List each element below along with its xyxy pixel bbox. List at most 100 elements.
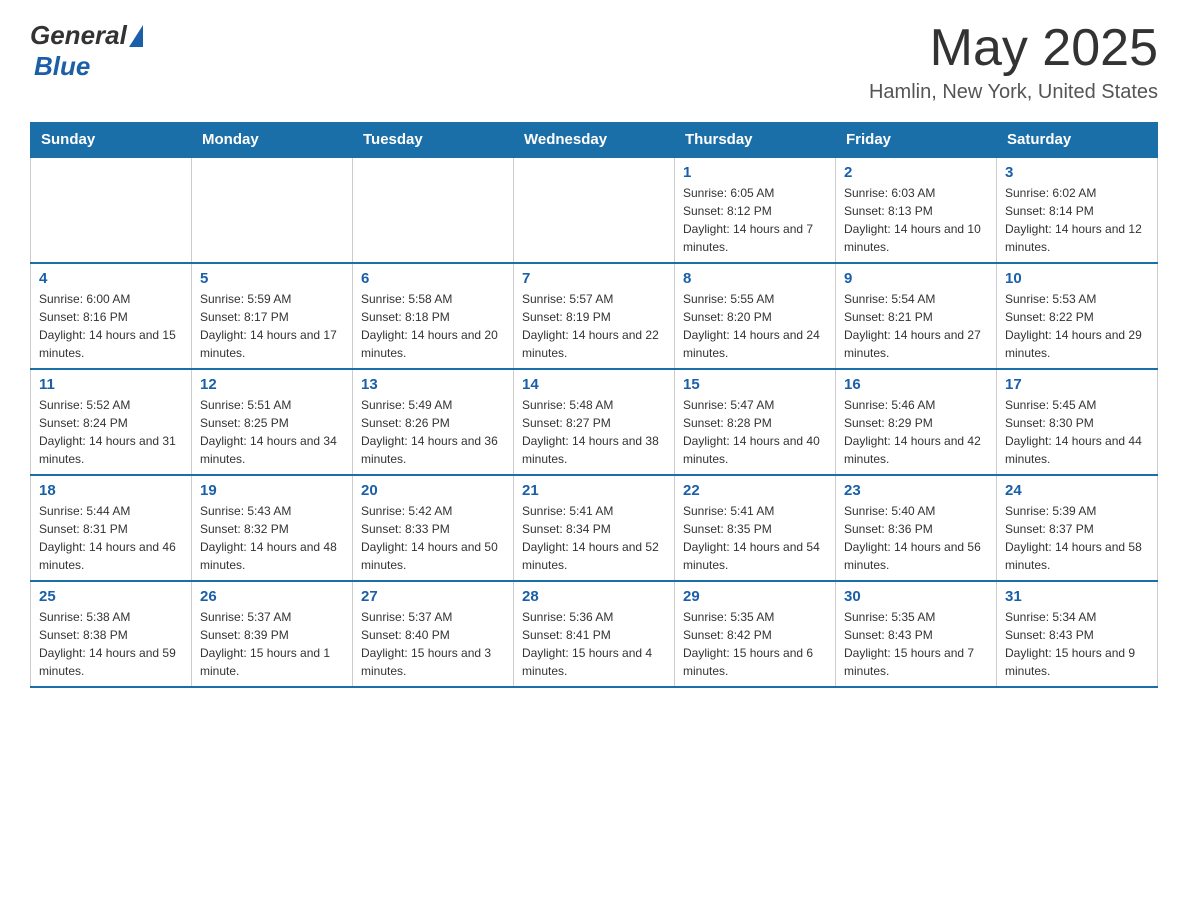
calendar-cell: 17Sunrise: 5:45 AMSunset: 8:30 PMDayligh…: [997, 369, 1158, 475]
day-number: 18: [39, 482, 183, 499]
location-subtitle: Hamlin, New York, United States: [869, 81, 1158, 104]
day-info: Sunrise: 5:37 AMSunset: 8:39 PMDaylight:…: [200, 608, 344, 680]
calendar-cell: 4Sunrise: 6:00 AMSunset: 8:16 PMDaylight…: [31, 263, 192, 369]
day-number: 17: [1005, 376, 1149, 393]
day-number: 26: [200, 588, 344, 605]
day-number: 19: [200, 482, 344, 499]
day-number: 23: [844, 482, 988, 499]
calendar-week-row: 18 Sunrise: 5:44 AMSunset: 8:31 PMDayligh…: [31, 475, 1158, 581]
day-info: Sunrise: 5:41 AMSunset: 8:34 PMDaylight:…: [522, 502, 666, 574]
day-info: Sunrise: 6:05 AMSunset: 8:12 PMDaylight:…: [683, 184, 827, 256]
day-info: Sunrise: 6:02 AMSunset: 8:14 PMDaylight:…: [1005, 184, 1149, 256]
day-of-week-header: Friday: [836, 123, 997, 158]
day-number: 3: [1005, 164, 1149, 181]
month-year-title: May 2025: [869, 20, 1158, 77]
calendar-cell: 3 Sunrise: 6:02 AMSunset: 8:14 PMDaylight…: [997, 157, 1158, 263]
calendar-cell: 13 Sunrise: 5:49 AMSunset: 8:26 PMDayligh…: [353, 369, 514, 475]
day-info: Sunrise: 5:34 AMSunset: 8:43 PMDaylight:…: [1005, 608, 1149, 680]
calendar-cell: 29 Sunrise: 5:35 AMSunset: 8:42 PMDayligh…: [675, 581, 836, 687]
day-number: 15: [683, 376, 827, 393]
calendar-cell: 25 Sunrise: 5:38 AMSunset: 8:38 PMDayligh…: [31, 581, 192, 687]
calendar-cell: 30Sunrise: 5:35 AMSunset: 8:43 PMDayligh…: [836, 581, 997, 687]
day-number: 24: [1005, 482, 1149, 499]
day-info: Sunrise: 6:03 AMSunset: 8:13 PMDaylight:…: [844, 184, 988, 256]
day-number: 21: [522, 482, 666, 499]
day-number: 6: [361, 270, 505, 287]
calendar-cell: 12 Sunrise: 5:51 AMSunset: 8:25 PMDayligh…: [192, 369, 353, 475]
day-number: 4: [39, 270, 183, 287]
calendar-cell: 9 Sunrise: 5:54 AMSunset: 8:21 PMDaylight…: [836, 263, 997, 369]
day-number: 16: [844, 376, 988, 393]
day-info: Sunrise: 5:35 AMSunset: 8:42 PMDaylight:…: [683, 608, 827, 680]
calendar-cell: 19 Sunrise: 5:43 AMSunset: 8:32 PMDayligh…: [192, 475, 353, 581]
logo: General Blue: [30, 20, 143, 82]
calendar-cell: 14 Sunrise: 5:48 AMSunset: 8:27 PMDayligh…: [514, 369, 675, 475]
day-info: Sunrise: 5:42 AMSunset: 8:33 PMDaylight:…: [361, 502, 505, 574]
logo-triangle-icon: [129, 25, 143, 47]
day-number: 31: [1005, 588, 1149, 605]
day-number: 8: [683, 270, 827, 287]
day-number: 9: [844, 270, 988, 287]
day-info: Sunrise: 5:35 AMSunset: 8:43 PMDaylight:…: [844, 608, 988, 680]
day-info: Sunrise: 5:38 AMSunset: 8:38 PMDaylight:…: [39, 608, 183, 680]
title-block: May 2025 Hamlin, New York, United States: [869, 20, 1158, 104]
day-of-week-header: Wednesday: [514, 123, 675, 158]
day-info: Sunrise: 5:47 AMSunset: 8:28 PMDaylight:…: [683, 396, 827, 468]
day-number: 25: [39, 588, 183, 605]
day-info: Sunrise: 5:52 AMSunset: 8:24 PMDaylight:…: [39, 396, 183, 468]
calendar-cell: 18 Sunrise: 5:44 AMSunset: 8:31 PMDayligh…: [31, 475, 192, 581]
day-info: Sunrise: 5:49 AMSunset: 8:26 PMDaylight:…: [361, 396, 505, 468]
calendar-cell: 26 Sunrise: 5:37 AMSunset: 8:39 PMDayligh…: [192, 581, 353, 687]
calendar-cell: 27Sunrise: 5:37 AMSunset: 8:40 PMDayligh…: [353, 581, 514, 687]
day-info: Sunrise: 5:39 AMSunset: 8:37 PMDaylight:…: [1005, 502, 1149, 574]
day-info: Sunrise: 5:44 AMSunset: 8:31 PMDaylight:…: [39, 502, 183, 574]
day-number: 27: [361, 588, 505, 605]
day-number: 13: [361, 376, 505, 393]
day-number: 28: [522, 588, 666, 605]
day-info: Sunrise: 5:54 AMSunset: 8:21 PMDaylight:…: [844, 290, 988, 362]
calendar-cell: 8 Sunrise: 5:55 AMSunset: 8:20 PMDaylight…: [675, 263, 836, 369]
day-info: Sunrise: 5:58 AMSunset: 8:18 PMDaylight:…: [361, 290, 505, 362]
calendar-week-row: 4Sunrise: 6:00 AMSunset: 8:16 PMDaylight…: [31, 263, 1158, 369]
calendar-cell: 6 Sunrise: 5:58 AMSunset: 8:18 PMDaylight…: [353, 263, 514, 369]
day-of-week-header: Monday: [192, 123, 353, 158]
day-info: Sunrise: 5:51 AMSunset: 8:25 PMDaylight:…: [200, 396, 344, 468]
calendar-cell: [31, 157, 192, 263]
day-info: Sunrise: 5:48 AMSunset: 8:27 PMDaylight:…: [522, 396, 666, 468]
logo-general-text: General: [30, 20, 127, 51]
day-number: 14: [522, 376, 666, 393]
calendar-cell: 16Sunrise: 5:46 AMSunset: 8:29 PMDayligh…: [836, 369, 997, 475]
day-number: 5: [200, 270, 344, 287]
day-number: 11: [39, 376, 183, 393]
day-number: 1: [683, 164, 827, 181]
calendar-cell: 2Sunrise: 6:03 AMSunset: 8:13 PMDaylight…: [836, 157, 997, 263]
calendar-cell: 24 Sunrise: 5:39 AMSunset: 8:37 PMDayligh…: [997, 475, 1158, 581]
day-of-week-header: Thursday: [675, 123, 836, 158]
day-of-week-header: Sunday: [31, 123, 192, 158]
day-number: 29: [683, 588, 827, 605]
day-number: 10: [1005, 270, 1149, 287]
page-header: General Blue May 2025 Hamlin, New York, …: [30, 20, 1158, 104]
calendar-cell: 28 Sunrise: 5:36 AMSunset: 8:41 PMDayligh…: [514, 581, 675, 687]
day-number: 7: [522, 270, 666, 287]
logo-blue-text: Blue: [34, 51, 90, 82]
calendar-cell: 31 Sunrise: 5:34 AMSunset: 8:43 PMDayligh…: [997, 581, 1158, 687]
calendar-cell: [514, 157, 675, 263]
day-info: Sunrise: 5:53 AMSunset: 8:22 PMDaylight:…: [1005, 290, 1149, 362]
day-info: Sunrise: 5:55 AMSunset: 8:20 PMDaylight:…: [683, 290, 827, 362]
calendar-week-row: 1 Sunrise: 6:05 AMSunset: 8:12 PMDaylight…: [31, 157, 1158, 263]
calendar-week-row: 25 Sunrise: 5:38 AMSunset: 8:38 PMDayligh…: [31, 581, 1158, 687]
calendar-cell: 21 Sunrise: 5:41 AMSunset: 8:34 PMDayligh…: [514, 475, 675, 581]
calendar-cell: [353, 157, 514, 263]
day-info: Sunrise: 5:43 AMSunset: 8:32 PMDaylight:…: [200, 502, 344, 574]
calendar-cell: 1 Sunrise: 6:05 AMSunset: 8:12 PMDaylight…: [675, 157, 836, 263]
calendar-cell: 7Sunrise: 5:57 AMSunset: 8:19 PMDaylight…: [514, 263, 675, 369]
day-info: Sunrise: 5:41 AMSunset: 8:35 PMDaylight:…: [683, 502, 827, 574]
calendar-cell: 23Sunrise: 5:40 AMSunset: 8:36 PMDayligh…: [836, 475, 997, 581]
day-number: 22: [683, 482, 827, 499]
day-number: 12: [200, 376, 344, 393]
day-info: Sunrise: 5:36 AMSunset: 8:41 PMDaylight:…: [522, 608, 666, 680]
calendar-cell: 20Sunrise: 5:42 AMSunset: 8:33 PMDayligh…: [353, 475, 514, 581]
calendar-cell: 10 Sunrise: 5:53 AMSunset: 8:22 PMDayligh…: [997, 263, 1158, 369]
calendar-week-row: 11 Sunrise: 5:52 AMSunset: 8:24 PMDayligh…: [31, 369, 1158, 475]
